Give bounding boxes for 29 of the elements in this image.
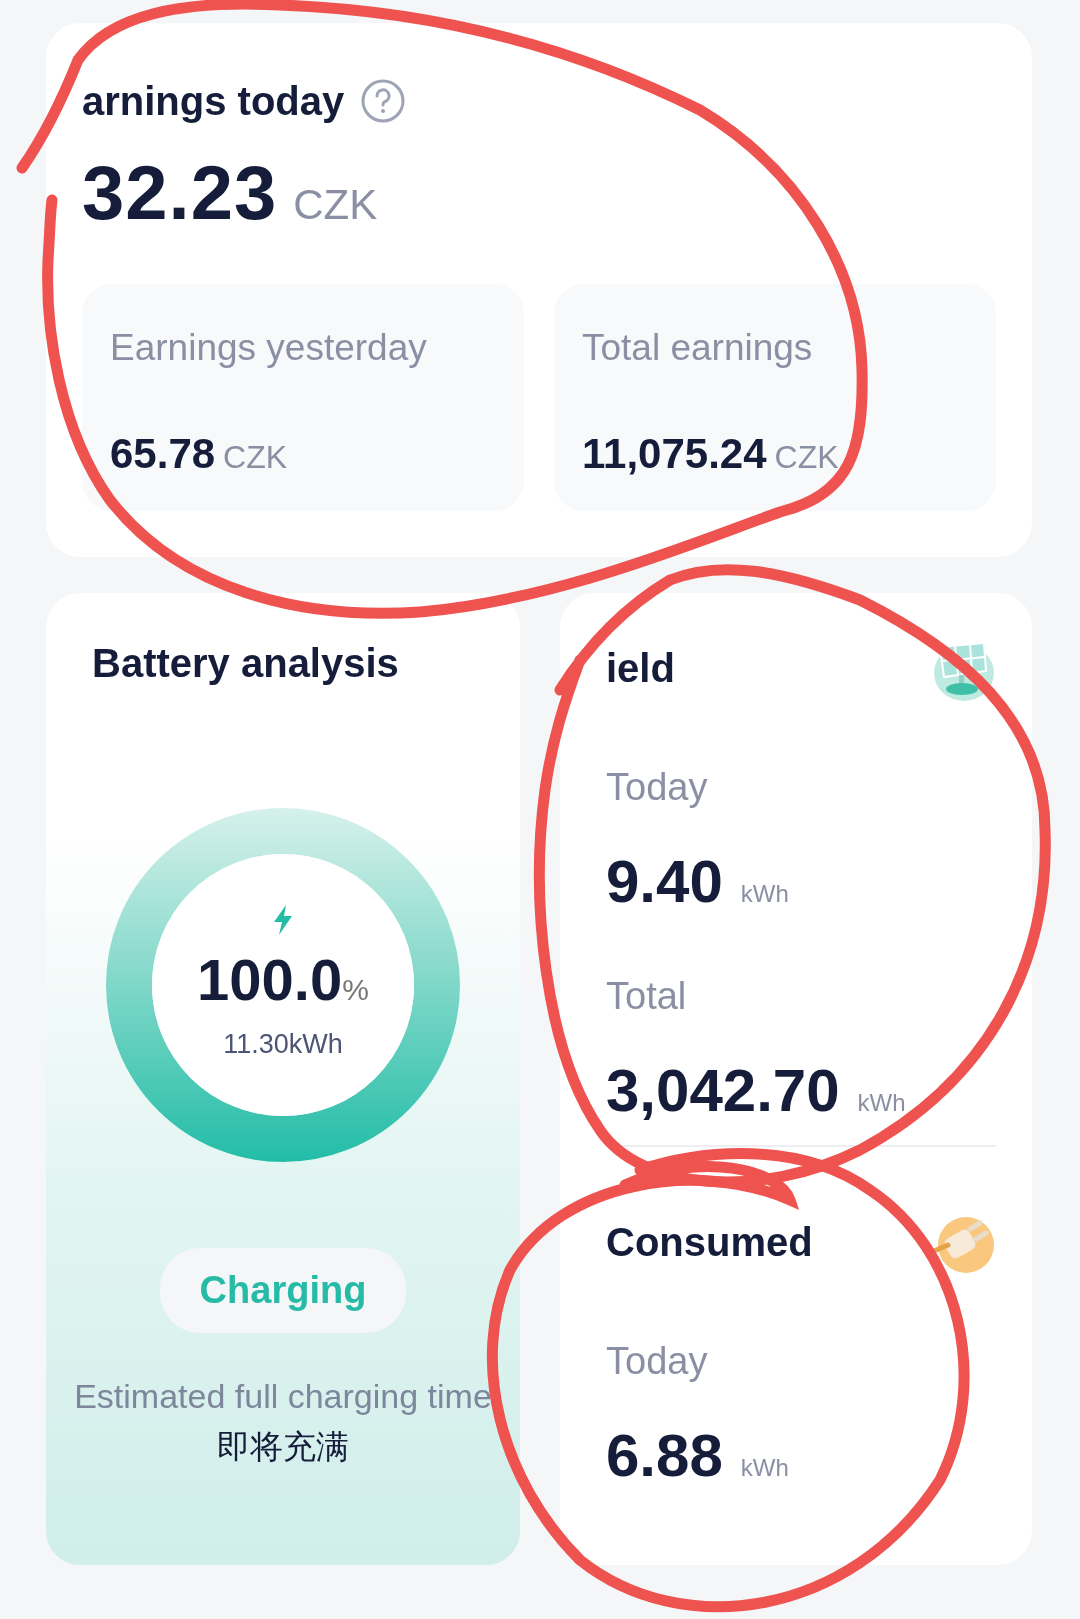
help-icon[interactable] (360, 78, 407, 124)
stat-label: Total earnings (582, 326, 814, 370)
charging-status: Charging (159, 1247, 407, 1333)
metric-value: 6.88 (606, 1425, 723, 1486)
battery-percent: 100.0 (197, 946, 343, 1012)
energy-unit: kWh (740, 878, 789, 909)
currency-unit: CZK (223, 437, 288, 477)
currency-unit: CZK (293, 180, 378, 230)
metric-label: Total (606, 973, 688, 1019)
card-title: ield (606, 644, 675, 692)
metric-value: 3,042.70 (606, 1060, 840, 1121)
metric-label: Today (606, 1338, 709, 1384)
stat-label: Earnings yesterday (110, 326, 428, 370)
estimate-label: Estimated full charging time (74, 1375, 492, 1417)
percent-unit: % (342, 972, 369, 1006)
currency-unit: CZK (774, 437, 839, 477)
earnings-today-title: arnings today (82, 78, 345, 125)
earnings-today-value: 32.23 (82, 155, 278, 231)
metric-label: Today (606, 764, 709, 810)
battery-title: Battery analysis (92, 639, 399, 687)
lightning-icon (272, 904, 294, 935)
energy-unit: kWh (857, 1087, 906, 1118)
estimate-value: 即将充满 (217, 1426, 349, 1467)
card-title: Consumed (606, 1218, 813, 1266)
stat-value: 11,075.24 (582, 428, 767, 479)
stat-value: 65.78 (110, 428, 216, 479)
battery-energy: 11.30kWh (223, 1027, 343, 1061)
metric-value: 9.40 (606, 851, 723, 912)
energy-unit: kWh (740, 1452, 789, 1483)
